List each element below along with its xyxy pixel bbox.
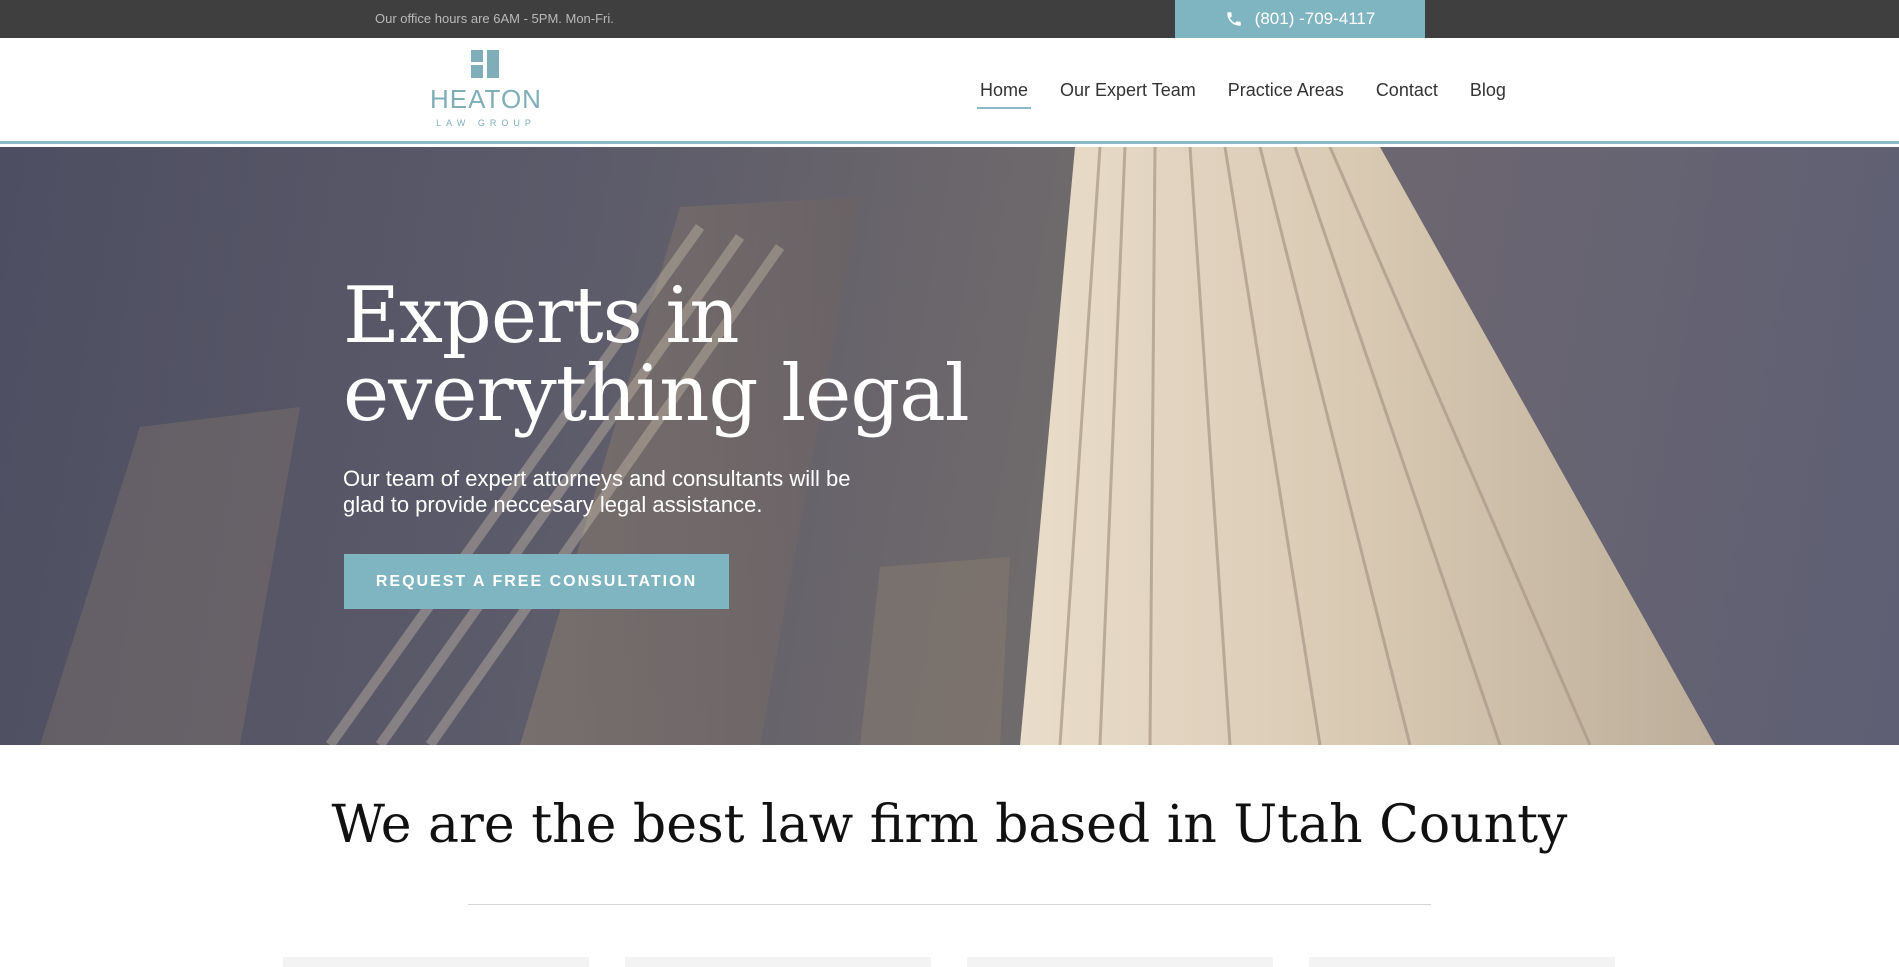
- site-header: HEATON LAW GROUP Home Our Expert Team Pr…: [0, 38, 1899, 144]
- office-hours-text: Our office hours are 6AM - 5PM. Mon-Fri.: [375, 11, 614, 26]
- nav-item-our-expert-team[interactable]: Our Expert Team: [1057, 80, 1199, 109]
- phone-number: (801) -709-4117: [1254, 9, 1376, 28]
- logo-name: HEATON: [430, 84, 542, 114]
- hero-title: Experts in everything legal: [343, 277, 1043, 433]
- logo-subtitle: LAW GROUP: [436, 118, 536, 128]
- main-nav: Home Our Expert Team Practice Areas Cont…: [977, 80, 1535, 109]
- section-divider: [468, 904, 1431, 905]
- hero-title-line2: everything legal: [343, 349, 970, 439]
- section-title: We are the best law firm based in Utah C…: [331, 795, 1568, 855]
- logo-mark-icon: [471, 50, 499, 78]
- feature-card: [283, 957, 589, 967]
- request-consultation-button[interactable]: REQUEST A FREE CONSULTATION: [344, 554, 729, 609]
- nav-item-practice-areas[interactable]: Practice Areas: [1225, 80, 1347, 109]
- hero-banner: Experts in everything legal Our team of …: [0, 147, 1899, 745]
- feature-card: [625, 957, 931, 967]
- hero-subtitle-line2: glad to provide neccesary legal assistan…: [343, 492, 763, 517]
- hero-columns-image: [40, 147, 1715, 745]
- nav-item-contact[interactable]: Contact: [1373, 80, 1441, 109]
- feature-card: [1309, 957, 1615, 967]
- phone-button[interactable]: (801) -709-4117: [1175, 0, 1425, 38]
- nav-item-blog[interactable]: Blog: [1467, 80, 1509, 109]
- feature-card: [967, 957, 1273, 967]
- top-bar: Our office hours are 6AM - 5PM. Mon-Fri.…: [0, 0, 1899, 38]
- hero-subtitle: Our team of expert attorneys and consult…: [343, 466, 903, 518]
- logo[interactable]: HEATON LAW GROUP: [425, 50, 555, 136]
- hero-title-line1: Experts in: [343, 271, 740, 361]
- hero-subtitle-line1: Our team of expert attorneys and consult…: [343, 466, 851, 491]
- nav-item-home[interactable]: Home: [977, 80, 1032, 109]
- phone-icon: [1226, 12, 1241, 26]
